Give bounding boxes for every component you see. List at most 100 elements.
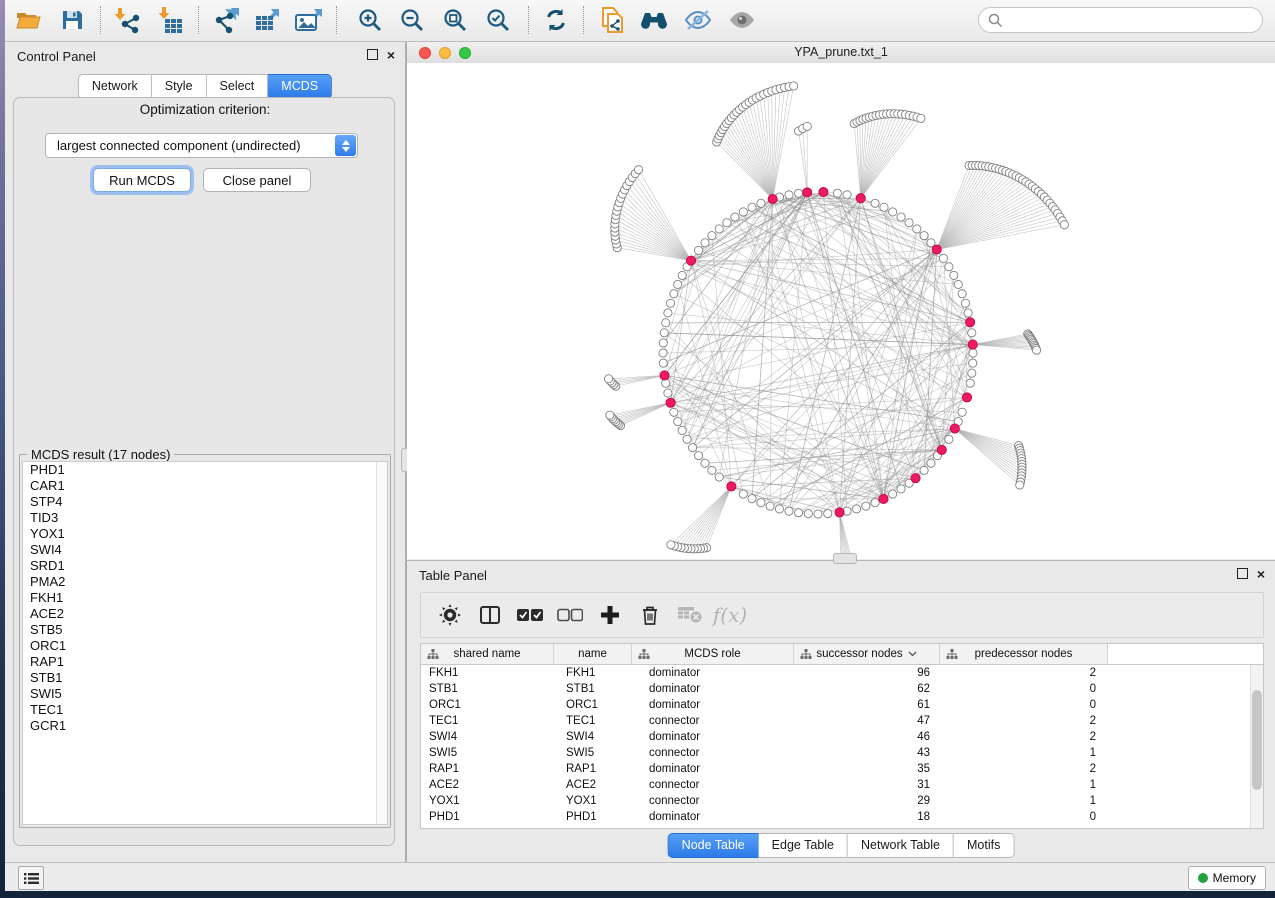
network-titlebar[interactable]: YPA_prune.txt_1 <box>407 42 1275 64</box>
mcds-result-items: PHD1CAR1STP4TID3YOX1SWI4SRD1PMA2FKH1ACE2… <box>23 462 387 734</box>
mcds-result-item[interactable]: STP4 <box>23 494 387 510</box>
table-toolbar: f(x) <box>420 592 1264 638</box>
column-header-predecessor-nodes[interactable]: predecessor nodes <box>940 644 1108 665</box>
table-row[interactable]: FKH1FKH1dominator962 <box>421 665 1263 681</box>
mcds-list-scrollbar[interactable] <box>376 462 387 824</box>
mcds-result-item[interactable]: YOX1 <box>23 526 387 542</box>
tab-network[interactable]: Network <box>78 74 152 99</box>
mcds-result-item[interactable]: ORC1 <box>23 638 387 654</box>
zoom-selected-icon[interactable] <box>480 4 516 36</box>
criterion-select[interactable]: largest connected component (undirected) <box>45 133 358 158</box>
table-body: FKH1FKH1dominator962STB1STB1dominator620… <box>421 665 1263 825</box>
zoom-out-icon[interactable] <box>394 4 430 36</box>
table-row[interactable]: ACE2ACE2connector311 <box>421 777 1263 793</box>
mcds-result-item[interactable]: SRD1 <box>23 558 387 574</box>
table-row[interactable]: RAP1RAP1dominator352 <box>421 761 1263 777</box>
mcds-result-item[interactable]: SWI5 <box>23 686 387 702</box>
tab-network-table[interactable]: Network Table <box>848 833 954 858</box>
tab-node-table[interactable]: Node Table <box>668 833 759 858</box>
mcds-result-item[interactable]: CAR1 <box>23 478 387 494</box>
table-cell: 2 <box>940 761 1108 777</box>
tab-style[interactable]: Style <box>152 74 207 99</box>
mcds-result-item[interactable]: ACE2 <box>23 606 387 622</box>
table-cell: FKH1 <box>421 665 554 681</box>
mcds-result-item[interactable]: PMA2 <box>23 574 387 590</box>
mcds-result-item[interactable]: SWI4 <box>23 542 387 558</box>
table-row[interactable]: PHD1PHD1dominator180 <box>421 809 1263 825</box>
mcds-result-item[interactable]: STB5 <box>23 622 387 638</box>
mcds-result-item[interactable]: GCR1 <box>23 718 387 734</box>
close-panel-button[interactable]: Close panel <box>203 168 311 192</box>
clone-network-icon[interactable] <box>594 4 630 36</box>
select-all-icon[interactable] <box>517 602 543 628</box>
horizontal-splitter-grip[interactable] <box>833 553 857 564</box>
search-box[interactable] <box>978 7 1263 33</box>
open-icon[interactable] <box>10 4 46 36</box>
column-header-mcds-role[interactable]: MCDS role <box>632 644 794 665</box>
export-table-icon[interactable] <box>249 4 285 36</box>
tab-select[interactable]: Select <box>207 74 269 99</box>
mcds-result-item[interactable]: PHD1 <box>23 462 387 478</box>
table-cell: dominator <box>632 697 794 713</box>
mcds-result-item[interactable]: TID3 <box>23 510 387 526</box>
table-cell: 1 <box>940 745 1108 761</box>
table-row[interactable]: YOX1YOX1connector291 <box>421 793 1263 809</box>
table-row[interactable]: TEC1TEC1connector472 <box>421 713 1263 729</box>
network-canvas[interactable] <box>407 63 1275 559</box>
table-row[interactable]: SWI4SWI4dominator462 <box>421 729 1263 745</box>
close-panel-icon[interactable]: × <box>1257 569 1265 579</box>
table-cell: 2 <box>940 729 1108 745</box>
deselect-all-icon[interactable] <box>557 602 583 628</box>
mcds-result-list[interactable]: PHD1CAR1STP4TID3YOX1SWI4SRD1PMA2FKH1ACE2… <box>22 461 388 825</box>
toolbar-separator <box>528 6 529 34</box>
task-list-button[interactable] <box>18 866 44 890</box>
table-cell: dominator <box>632 681 794 697</box>
list-icon <box>24 872 39 885</box>
tab-motifs[interactable]: Motifs <box>954 833 1014 858</box>
import-network-icon[interactable] <box>109 4 145 36</box>
first-neighbors-icon[interactable] <box>636 4 672 36</box>
table-cell: 2 <box>940 665 1108 681</box>
zoom-fit-icon[interactable] <box>437 4 473 36</box>
select-stepper-icon <box>335 135 356 156</box>
table-header: shared namenameMCDS rolesuccessor nodesp… <box>421 644 1263 665</box>
network-title: YPA_prune.txt_1 <box>407 45 1275 59</box>
search-input[interactable] <box>1007 12 1262 28</box>
table-row[interactable]: SWI5SWI5connector431 <box>421 745 1263 761</box>
memory-button[interactable]: Memory <box>1188 866 1266 890</box>
delete-column-icon[interactable] <box>637 602 663 628</box>
hide-selected-icon[interactable] <box>680 4 716 36</box>
show-all-icon[interactable] <box>724 4 760 36</box>
table-scrollbar-thumb[interactable] <box>1252 690 1262 790</box>
column-layout-icon[interactable] <box>477 602 503 628</box>
column-header-name[interactable]: name <box>554 644 632 665</box>
export-network-icon[interactable] <box>209 4 245 36</box>
zoom-in-icon[interactable] <box>352 4 388 36</box>
mcds-result-item[interactable]: FKH1 <box>23 590 387 606</box>
table-scrollbar[interactable] <box>1250 665 1263 828</box>
mcds-result-item[interactable]: RAP1 <box>23 654 387 670</box>
float-panel-icon[interactable] <box>1237 568 1248 579</box>
float-panel-icon[interactable] <box>367 49 378 60</box>
tab-mcds[interactable]: MCDS <box>268 74 332 99</box>
table-row[interactable]: ORC1ORC1dominator610 <box>421 697 1263 713</box>
table-row[interactable]: STB1STB1dominator620 <box>421 681 1263 697</box>
table-cell: TEC1 <box>554 713 632 729</box>
run-mcds-button[interactable]: Run MCDS <box>93 168 191 192</box>
tab-edge-table[interactable]: Edge Table <box>759 833 848 858</box>
export-image-icon[interactable] <box>291 4 327 36</box>
column-namespace-icon <box>427 649 439 660</box>
add-column-icon[interactable] <box>597 602 623 628</box>
import-table-icon[interactable] <box>153 4 189 36</box>
column-header-successor-nodes[interactable]: successor nodes <box>794 644 940 665</box>
refresh-icon[interactable] <box>538 4 574 36</box>
control-panel-title: Control Panel <box>17 49 96 64</box>
search-icon <box>988 13 1003 28</box>
column-header-shared-name[interactable]: shared name <box>421 644 554 665</box>
save-icon[interactable] <box>54 4 90 36</box>
mcds-result-item[interactable]: STB1 <box>23 670 387 686</box>
table-cell: 1 <box>940 793 1108 809</box>
table-settings-icon[interactable] <box>437 602 463 628</box>
close-panel-icon[interactable]: × <box>387 50 395 60</box>
mcds-result-item[interactable]: TEC1 <box>23 702 387 718</box>
